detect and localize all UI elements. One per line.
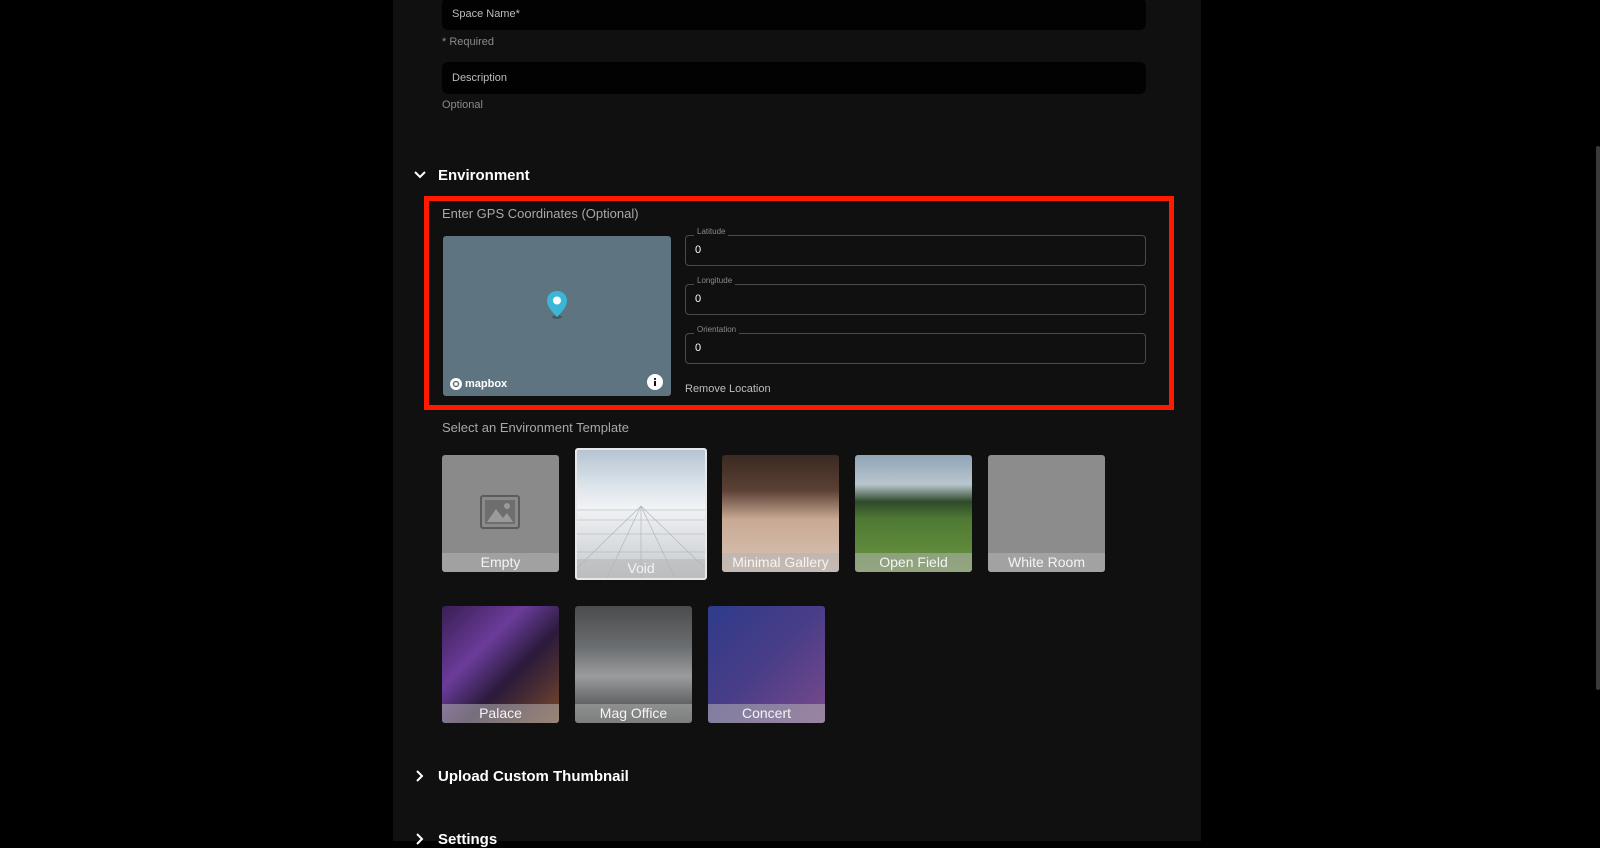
remove-location-link[interactable]: Remove Location — [685, 383, 771, 395]
template-open-field[interactable]: Open Field — [855, 455, 972, 572]
description-field[interactable]: Description — [442, 62, 1146, 94]
space-name-placeholder: Space Name* — [452, 8, 520, 20]
orientation-value: 0 — [695, 342, 702, 354]
mapbox-logo: mapbox — [450, 378, 507, 390]
template-caption: White Room — [988, 553, 1105, 572]
template-palace[interactable]: Palace — [442, 606, 559, 723]
template-caption: Palace — [442, 704, 559, 723]
environment-section-header[interactable]: Environment — [411, 166, 530, 184]
scrollbar[interactable] — [1596, 146, 1600, 690]
space-name-field[interactable]: Space Name* — [442, 0, 1146, 30]
template-minimal-gallery[interactable]: Minimal Gallery — [722, 455, 839, 572]
template-caption: Mag Office — [575, 704, 692, 723]
template-caption: Open Field — [855, 553, 972, 572]
mapbox-logo-icon — [450, 378, 462, 390]
template-caption: Empty — [442, 553, 559, 572]
orientation-field[interactable]: Orientation 0 — [685, 325, 1146, 364]
info-icon[interactable] — [647, 374, 663, 390]
latitude-field[interactable]: Latitude 0 — [685, 227, 1146, 266]
mapbox-wordmark: mapbox — [465, 378, 508, 390]
template-label: Select an Environment Template — [442, 420, 629, 435]
latitude-value: 0 — [695, 244, 702, 256]
space-name-helper: * Required — [442, 36, 494, 48]
chevron-down-icon — [411, 166, 429, 184]
chevron-right-icon — [411, 830, 429, 848]
gps-label: Enter GPS Coordinates (Optional) — [442, 206, 639, 221]
template-white-room[interactable]: White Room — [988, 455, 1105, 572]
template-caption: Concert — [708, 704, 825, 723]
image-placeholder-icon — [480, 495, 520, 534]
template-caption: Void — [577, 559, 705, 578]
environment-title: Environment — [438, 166, 530, 184]
location-map[interactable]: mapbox — [443, 236, 671, 396]
template-mag-office[interactable]: Mag Office — [575, 606, 692, 723]
template-void[interactable]: Void — [575, 448, 707, 580]
description-placeholder: Description — [452, 72, 508, 84]
description-helper: Optional — [442, 99, 483, 111]
latitude-label: Latitude — [694, 227, 729, 236]
map-pin-icon[interactable] — [546, 290, 568, 325]
longitude-value: 0 — [695, 293, 702, 305]
template-concert[interactable]: Concert — [708, 606, 825, 723]
upload-thumbnail-section-header[interactable]: Upload Custom Thumbnail — [411, 767, 629, 785]
upload-thumbnail-title: Upload Custom Thumbnail — [438, 767, 629, 785]
template-empty[interactable]: Empty — [442, 455, 559, 572]
longitude-label: Longitude — [694, 276, 736, 285]
settings-title: Settings — [438, 830, 498, 848]
template-caption: Minimal Gallery — [722, 553, 839, 572]
longitude-field[interactable]: Longitude 0 — [685, 276, 1146, 315]
orientation-label: Orientation — [694, 325, 740, 334]
chevron-right-icon — [411, 767, 429, 785]
settings-section-header[interactable]: Settings — [411, 830, 497, 848]
